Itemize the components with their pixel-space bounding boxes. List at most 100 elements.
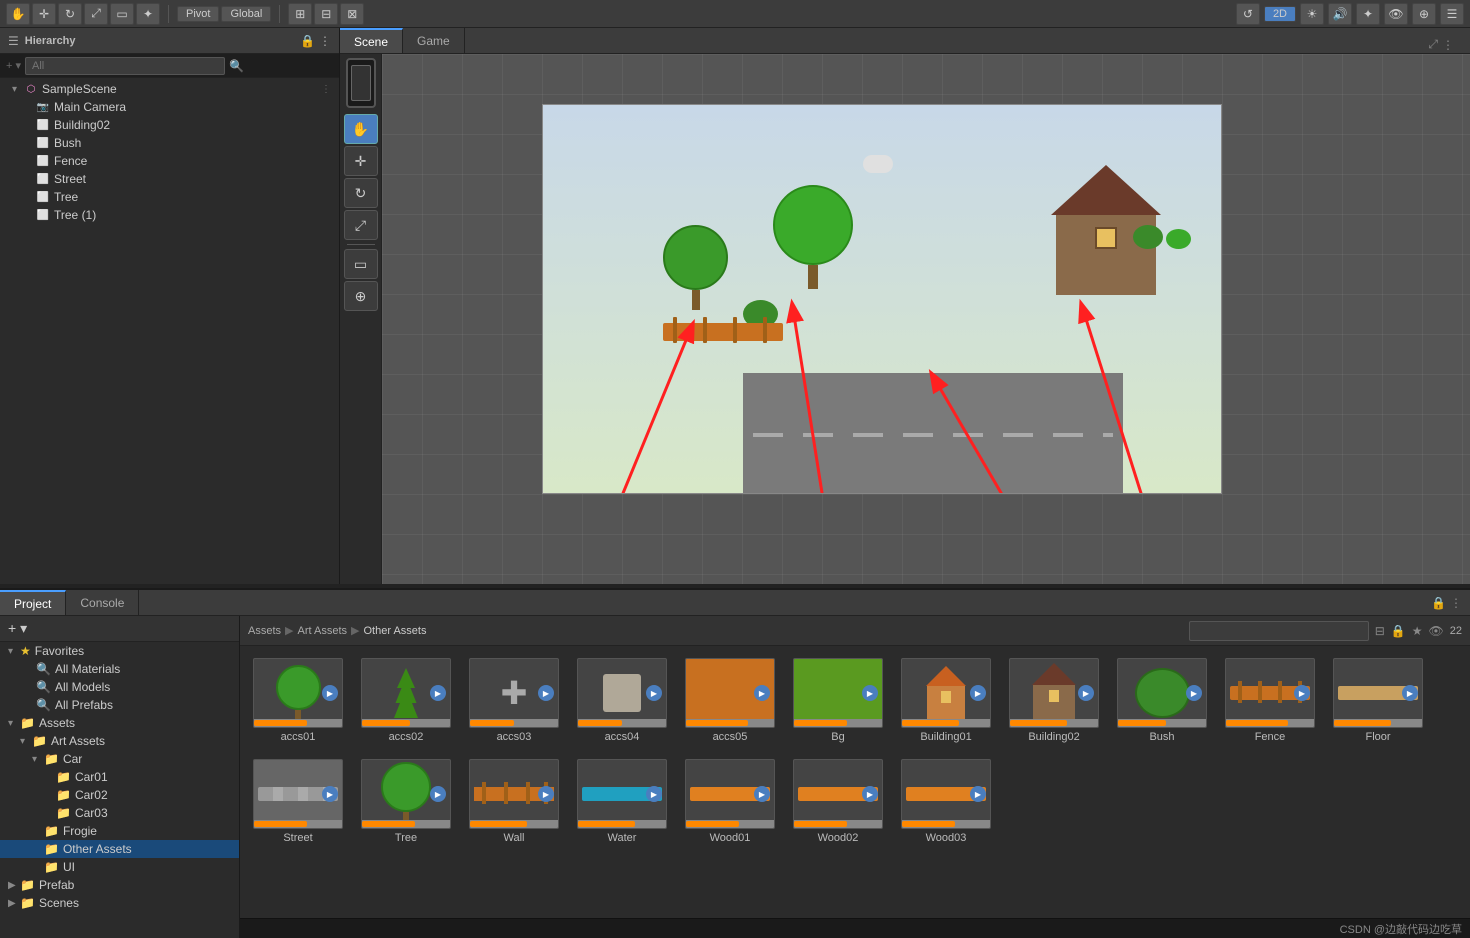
accs04-play-btn[interactable]: ▶: [646, 685, 662, 701]
sidebar-item-all-models[interactable]: 🔍 All Models: [0, 678, 239, 696]
accs02-play-btn[interactable]: ▶: [430, 685, 446, 701]
hierarchy-item-tree1[interactable]: ⬜ Tree (1): [0, 206, 339, 224]
asset-item-bush[interactable]: ▶ Bush: [1112, 654, 1212, 747]
snap-btn[interactable]: ⊟: [314, 3, 338, 25]
asset-item-building02[interactable]: ▶ Building02: [1004, 654, 1104, 747]
sidebar-item-art-assets[interactable]: ▾ 📁 Art Assets: [0, 732, 239, 750]
tool-rotate-btn[interactable]: ↻: [344, 178, 378, 208]
building01-play-btn[interactable]: ▶: [970, 685, 986, 701]
asset-item-street[interactable]: ▶ Street: [248, 755, 348, 848]
tab-project[interactable]: Project: [0, 590, 66, 615]
asset-item-wall[interactable]: ▶ Wall: [464, 755, 564, 848]
custom-tool-btn[interactable]: ✦: [136, 3, 160, 25]
scene-menu-btn[interactable]: ⋮: [321, 84, 331, 95]
breadcrumb-assets[interactable]: Assets: [248, 625, 281, 637]
asset-item-accs04[interactable]: ▶ accs04: [572, 654, 672, 747]
grid-btn[interactable]: ⊞: [288, 3, 312, 25]
water-play-btn[interactable]: ▶: [646, 786, 662, 802]
refresh-btn[interactable]: ↺: [1236, 3, 1260, 25]
hierarchy-item-tree[interactable]: ⬜ Tree: [0, 188, 339, 206]
sidebar-item-car03[interactable]: 📁 Car03: [0, 804, 239, 822]
asset-search-input[interactable]: [1189, 621, 1369, 641]
sidebar-item-frogie[interactable]: 📁 Frogie: [0, 822, 239, 840]
asset-item-accs02[interactable]: ▶ accs02: [356, 654, 456, 747]
hand-tool-btn[interactable]: ✋: [6, 3, 30, 25]
scene-canvas[interactable]: [382, 54, 1470, 584]
pivot-btn[interactable]: Pivot: [177, 6, 219, 22]
scene-maximize-btn[interactable]: ⤢: [1428, 37, 1438, 52]
gizmo-btn[interactable]: ⊠: [340, 3, 364, 25]
wood01-play-btn[interactable]: ▶: [754, 786, 770, 802]
lock-asset-btn[interactable]: 🔒: [1391, 624, 1406, 638]
tool-custom-btn[interactable]: ⊕: [344, 281, 378, 311]
tool-scale-btn[interactable]: ⤢: [344, 210, 378, 240]
asset-item-tree[interactable]: ▶ Tree: [356, 755, 456, 848]
hierarchy-search-input[interactable]: [25, 57, 225, 75]
wall-play-btn[interactable]: ▶: [538, 786, 554, 802]
sidebar-item-favorites[interactable]: ▾ ★ Favorites: [0, 642, 239, 660]
tool-move-btn[interactable]: ✛: [344, 146, 378, 176]
asset-item-building01[interactable]: ▶ Building01: [896, 654, 996, 747]
tool-rect-btn[interactable]: ▭: [344, 249, 378, 279]
accs01-play-btn[interactable]: ▶: [322, 685, 338, 701]
audio-btn[interactable]: 🔊: [1328, 3, 1352, 25]
tab-console[interactable]: Console: [66, 590, 139, 615]
sidebar-item-car02[interactable]: 📁 Car02: [0, 786, 239, 804]
scene-vis-btn[interactable]: 👁: [1384, 3, 1408, 25]
move-tool-btn[interactable]: ✛: [32, 3, 56, 25]
sidebar-item-assets[interactable]: ▾ 📁 Assets: [0, 714, 239, 732]
hierarchy-item-fence[interactable]: ⬜ Fence: [0, 152, 339, 170]
bush-play-btn[interactable]: ▶: [1186, 685, 1202, 701]
building02-play-btn[interactable]: ▶: [1078, 685, 1094, 701]
asset-item-bg[interactable]: ▶ Bg: [788, 654, 888, 747]
accs03-play-btn[interactable]: ▶: [538, 685, 554, 701]
asset-item-water[interactable]: ▶ Water: [572, 755, 672, 848]
light-btn[interactable]: ☀: [1300, 3, 1324, 25]
wood02-play-btn[interactable]: ▶: [862, 786, 878, 802]
hierarchy-item-samplescene[interactable]: ▾ ⬡ SampleScene ⋮: [0, 80, 339, 98]
asset-item-accs01[interactable]: ▶ accs01: [248, 654, 348, 747]
gizmos-btn[interactable]: ⊕: [1412, 3, 1436, 25]
asset-item-fence[interactable]: ▶ Fence: [1220, 654, 1320, 747]
hierarchy-item-maincamera[interactable]: 📷 Main Camera: [0, 98, 339, 116]
floor-play-btn[interactable]: ▶: [1402, 685, 1418, 701]
rect-tool-btn[interactable]: ▭: [110, 3, 134, 25]
asset-item-accs05[interactable]: ▶ accs05: [680, 654, 780, 747]
sidebar-item-other-assets[interactable]: 📁 Other Assets: [0, 840, 239, 858]
asset-item-wood03[interactable]: ▶ Wood03: [896, 755, 996, 848]
tool-hand-btn[interactable]: ✋: [344, 114, 378, 144]
scene-menu-icon[interactable]: ⋮: [1442, 38, 1454, 52]
hierarchy-item-bush[interactable]: ⬜ Bush: [0, 134, 339, 152]
bottom-lock-btn[interactable]: 🔒: [1431, 596, 1446, 610]
sidebar-item-car[interactable]: ▾ 📁 Car: [0, 750, 239, 768]
wood03-play-btn[interactable]: ▶: [970, 786, 986, 802]
tab-scene[interactable]: Scene: [340, 28, 403, 53]
asset-item-accs03[interactable]: ✚ ▶ accs03: [464, 654, 564, 747]
global-btn[interactable]: Global: [221, 6, 271, 22]
hierarchy-item-street[interactable]: ⬜ Street: [0, 170, 339, 188]
save-layout-btn[interactable]: ⊟: [1375, 624, 1385, 638]
hierarchy-add-btn[interactable]: + ▾: [6, 59, 21, 72]
scale-tool-btn[interactable]: ⤢: [84, 3, 108, 25]
hierarchy-search-icon[interactable]: 🔍: [229, 59, 244, 73]
sidebar-item-ui[interactable]: 📁 UI: [0, 858, 239, 876]
bg-play-btn[interactable]: ▶: [862, 685, 878, 701]
sidebar-item-all-materials[interactable]: 🔍 All Materials: [0, 660, 239, 678]
sidebar-item-prefab[interactable]: ▶ 📁 Prefab: [0, 876, 239, 894]
tree-play-btn[interactable]: ▶: [430, 786, 446, 802]
favorite-asset-btn[interactable]: ★: [1412, 624, 1423, 638]
sidebar-item-scenes[interactable]: ▶ 📁 Scenes: [0, 894, 239, 912]
tab-game[interactable]: Game: [403, 28, 465, 53]
fence-play-btn[interactable]: ▶: [1294, 685, 1310, 701]
breadcrumb-art[interactable]: Art Assets: [297, 625, 347, 637]
sidebar-item-car01[interactable]: 📁 Car01: [0, 768, 239, 786]
hierarchy-menu-btn[interactable]: ⋮: [319, 34, 331, 48]
fx-btn[interactable]: ✦: [1356, 3, 1380, 25]
accs05-play-btn[interactable]: ▶: [754, 685, 770, 701]
sidebar-add-btn[interactable]: + ▾: [8, 620, 27, 637]
hierarchy-lock-btn[interactable]: 🔒: [300, 34, 315, 48]
2d-btn[interactable]: 2D: [1264, 6, 1296, 22]
asset-item-wood02[interactable]: ▶ Wood02: [788, 755, 888, 848]
sidebar-item-all-prefabs[interactable]: 🔍 All Prefabs: [0, 696, 239, 714]
layers-btn[interactable]: ☰: [1440, 3, 1464, 25]
